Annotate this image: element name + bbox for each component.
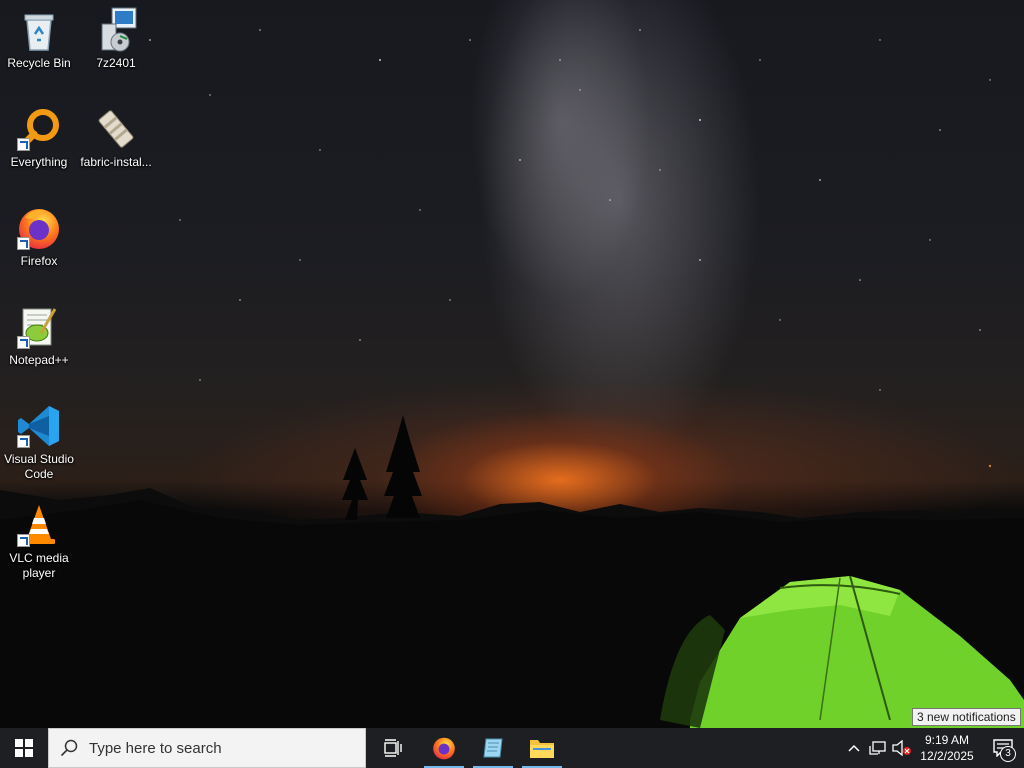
desktop-icon-label: fabric-instal... (80, 155, 152, 169)
shortcut-arrow-icon (17, 138, 30, 151)
desktop-icon-label: Visual Studio Code (4, 452, 74, 481)
taskbar-file-explorer-button[interactable] (518, 728, 566, 768)
recycle-bin-icon (24, 14, 54, 51)
show-hidden-icons-button[interactable] (842, 728, 866, 768)
system-tray: 9:19 AM 12/2/2025 3 (842, 728, 1024, 768)
desktop-icon-fabric-installer[interactable]: fabric-instal... (78, 105, 154, 170)
task-view-icon (384, 739, 402, 757)
shortcut-arrow-icon (17, 534, 30, 547)
desktop-icon-label: 7z2401 (96, 56, 136, 70)
shortcut-arrow-icon (17, 237, 30, 250)
mountain-landscape (0, 415, 1024, 728)
taskbar-firefox-button[interactable] (420, 728, 468, 768)
desktop-icon-vlc[interactable]: VLC media player (1, 501, 77, 581)
desktop-icon-recycle-bin[interactable]: Recycle Bin (1, 6, 77, 71)
desktop-icon-everything[interactable]: Everything (1, 105, 77, 170)
volume-tray-button[interactable] (890, 728, 914, 768)
firefox-icon (433, 737, 455, 760)
jar-file-icon (98, 110, 134, 148)
desktop-icon-firefox[interactable]: Firefox (1, 204, 77, 269)
desktop-icon-7z2401[interactable]: 7z2401 (78, 6, 154, 71)
network-icon (869, 741, 886, 755)
notepad-icon (483, 738, 503, 758)
desktop-wallpaper: Recycle Bin 7z2401 Everything fabric-ins… (0, 0, 1024, 728)
taskbar-clock[interactable]: 9:19 AM 12/2/2025 (916, 732, 978, 764)
desktop-icon-label: Firefox (20, 254, 58, 268)
notification-tooltip: 3 new notifications (912, 708, 1021, 726)
notification-count-badge: 3 (1000, 746, 1016, 762)
clock-date: 12/2/2025 (920, 749, 974, 763)
taskbar-search-box[interactable]: Type here to search (48, 728, 366, 768)
start-button[interactable] (0, 728, 48, 768)
desktop-icon-label: Recycle Bin (7, 56, 71, 70)
folder-icon (530, 740, 554, 758)
action-center-button[interactable]: 3 (982, 728, 1024, 768)
installer-icon (101, 7, 137, 52)
volume-muted-icon (892, 740, 911, 756)
taskbar-notepad-button[interactable] (469, 728, 517, 768)
desktop-icon-vscode[interactable]: Visual Studio Code (1, 402, 77, 482)
desktop-icon-label: Notepad++ (9, 353, 69, 367)
desktop-icon-notepad-plus-plus[interactable]: Notepad++ (1, 303, 77, 368)
clock-time: 9:19 AM (924, 733, 970, 747)
search-placeholder: Type here to search (89, 739, 222, 757)
network-tray-button[interactable] (866, 728, 890, 768)
taskbar: Type here to search 9:19 AM 12/2/2025 3 (0, 728, 1024, 768)
desktop-icon-label: Everything (10, 155, 68, 169)
chevron-up-icon (848, 744, 860, 752)
desktop-icon-label: VLC media player (9, 551, 69, 580)
shortcut-arrow-icon (17, 435, 30, 448)
search-icon (60, 739, 78, 757)
shortcut-arrow-icon (17, 336, 30, 349)
task-view-button[interactable] (368, 728, 416, 768)
windows-logo-icon (15, 739, 33, 757)
